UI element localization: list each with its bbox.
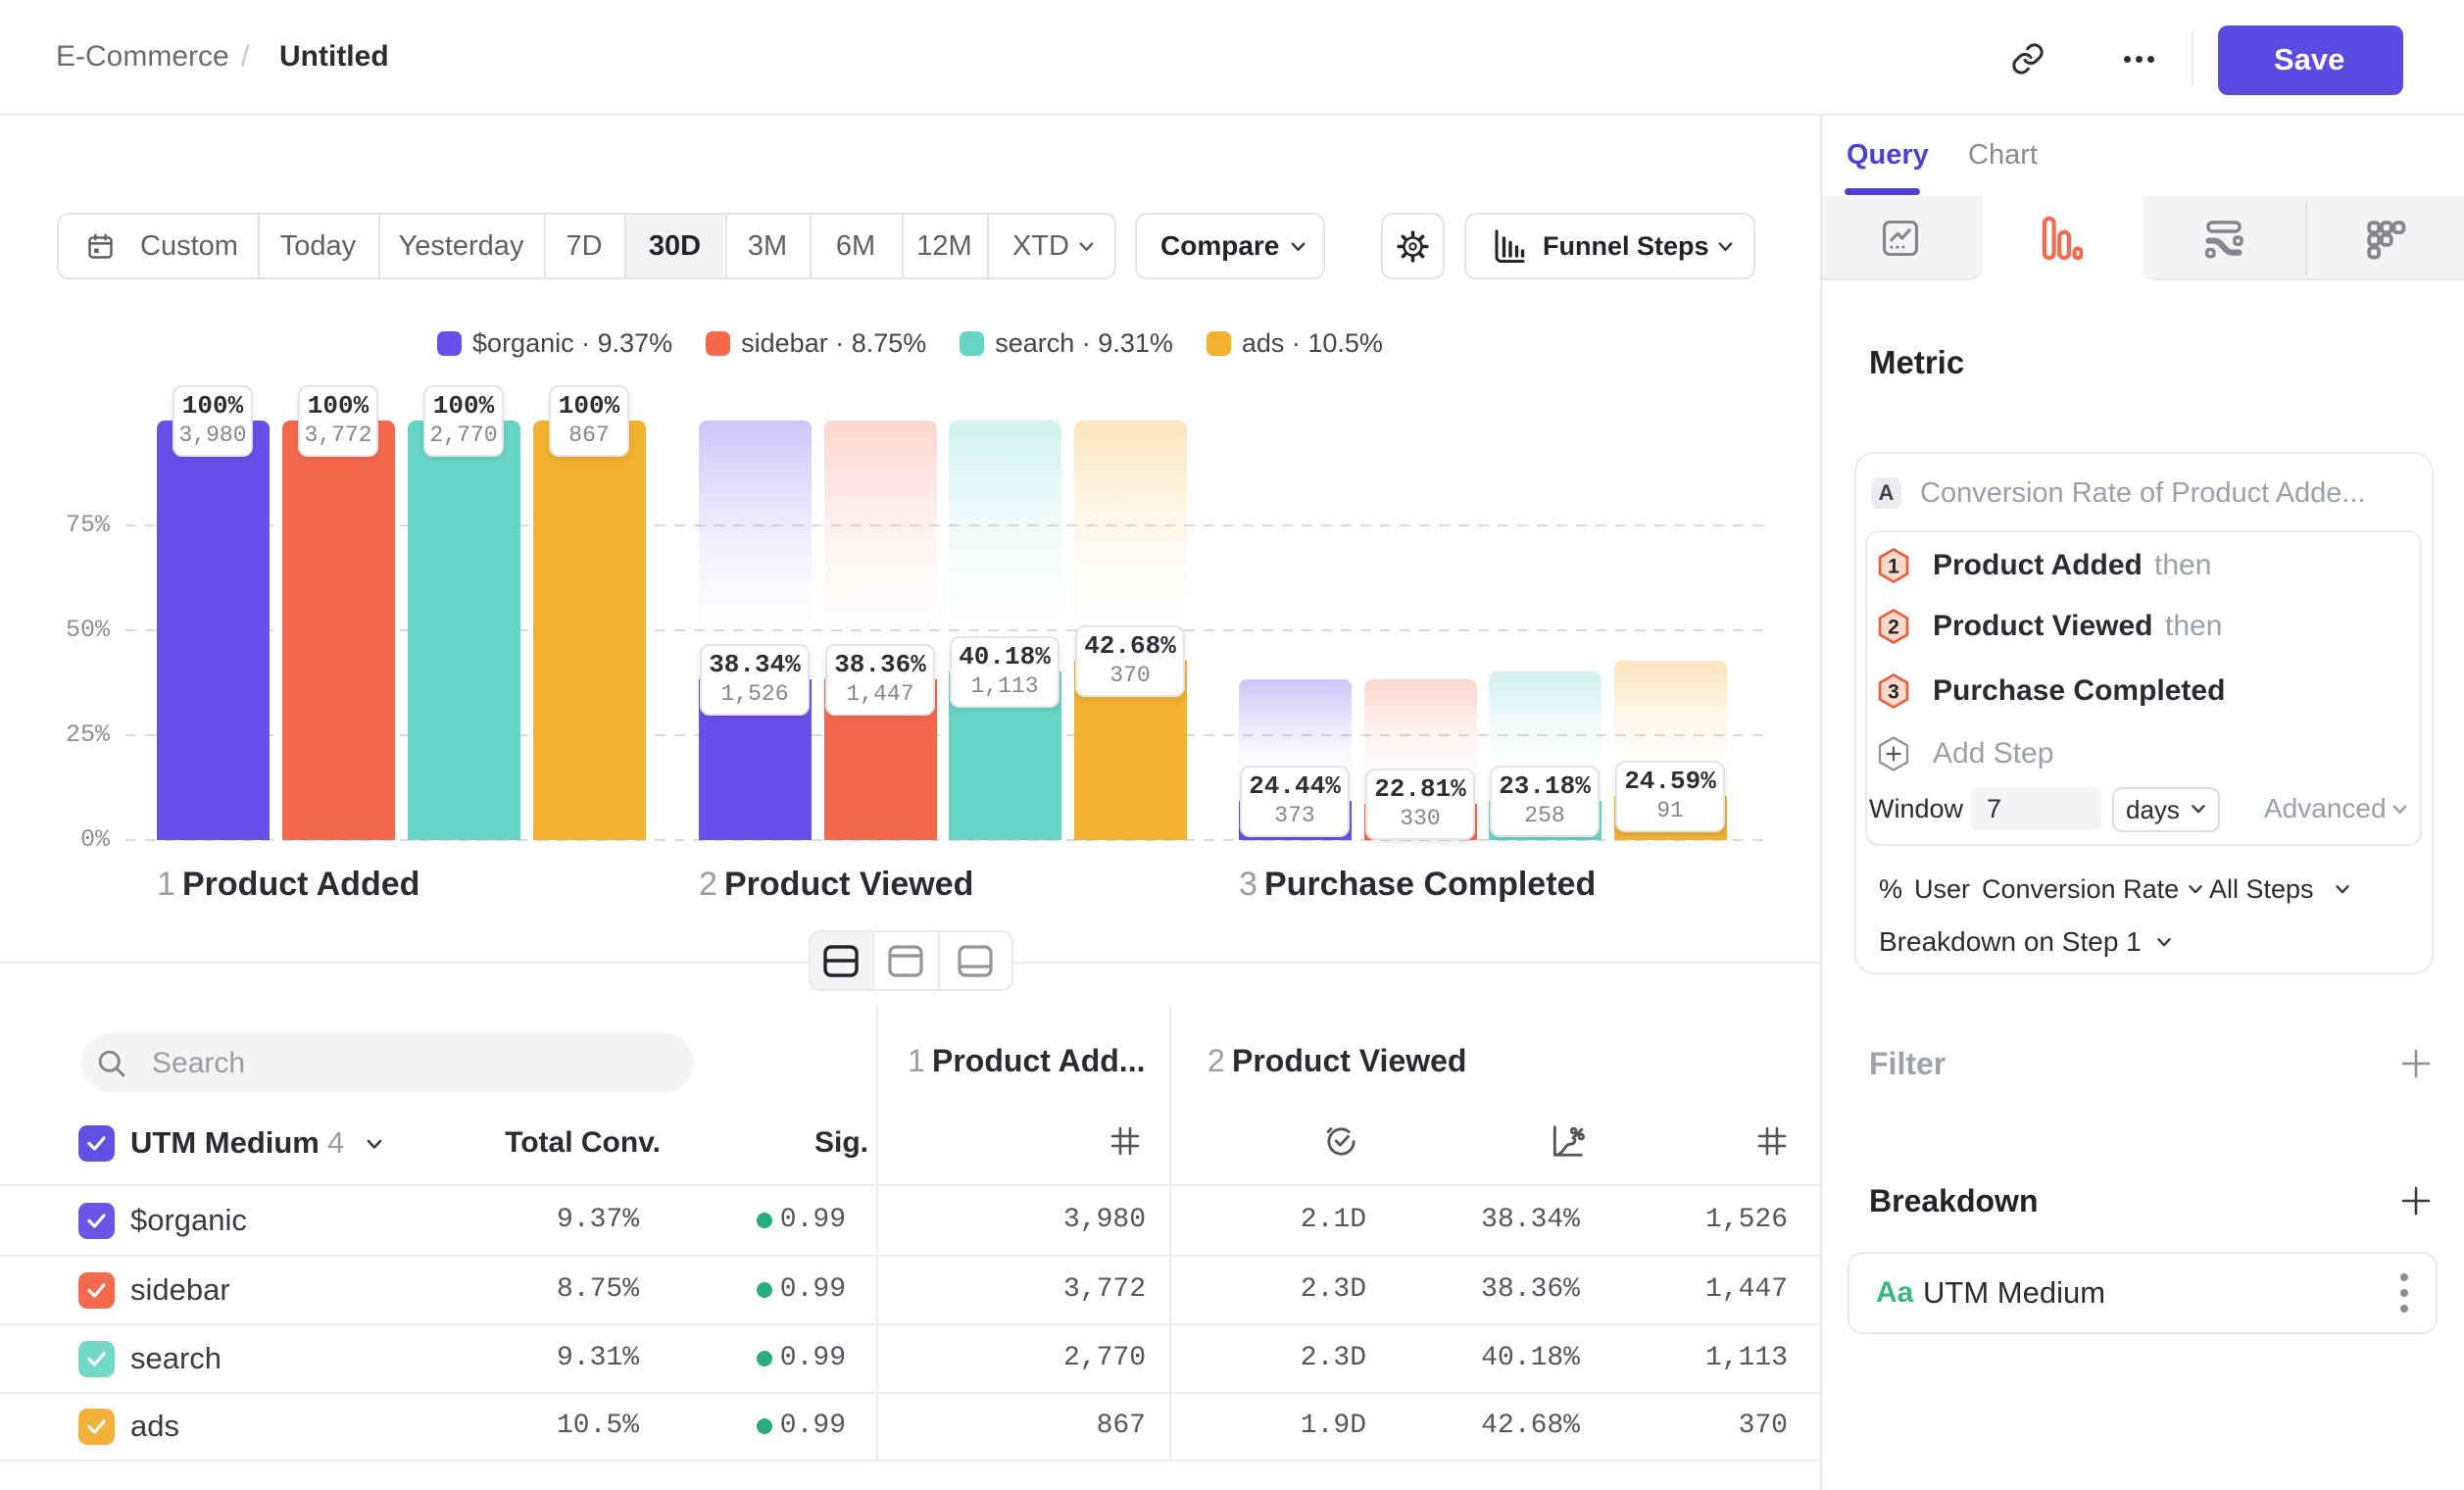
- svg-text:1: 1: [1888, 556, 1899, 578]
- svg-text:3: 3: [1888, 681, 1899, 704]
- svg-text:2: 2: [1888, 617, 1899, 639]
